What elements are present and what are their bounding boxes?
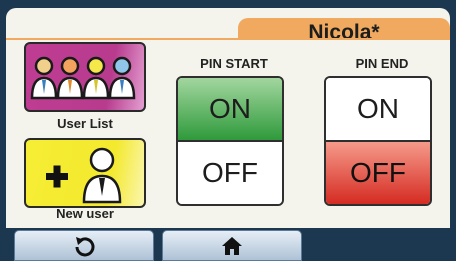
new-user-button[interactable]	[24, 138, 146, 208]
user-list-button[interactable]	[24, 42, 146, 112]
pin-end-label: PIN END	[355, 56, 409, 71]
plus-icon	[46, 165, 68, 188]
home-icon	[222, 236, 242, 255]
pin-end-off-button[interactable]: OFF	[326, 142, 430, 204]
new-user-label: New user	[56, 206, 114, 221]
add-user-icon	[46, 147, 122, 204]
home-button[interactable]	[162, 230, 302, 261]
users-group-icon	[30, 56, 136, 100]
pin-end-toggle: ON OFF	[324, 76, 432, 206]
pin-start-label: PIN START	[200, 56, 268, 71]
back-button[interactable]	[14, 230, 154, 261]
pin-start-off-button[interactable]: OFF	[178, 142, 282, 204]
pin-end-on-button[interactable]: ON	[326, 78, 430, 142]
pin-start-on-button[interactable]: ON	[178, 78, 282, 142]
pin-start-toggle: ON OFF	[176, 76, 284, 206]
user-list-label: User List	[57, 116, 113, 131]
undo-arrow-icon	[75, 236, 95, 256]
